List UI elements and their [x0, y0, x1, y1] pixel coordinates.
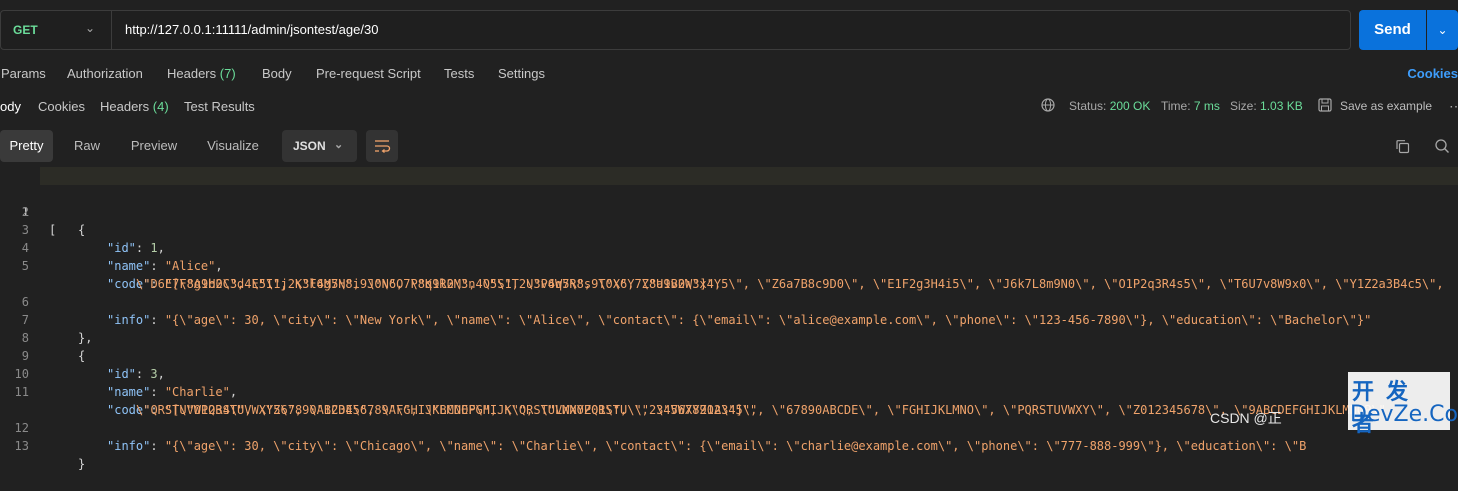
devze-watermark: 开发者 DevZe.CoM — [1348, 372, 1458, 437]
code-text: } — [78, 457, 86, 471]
json-key: "info" — [107, 313, 151, 327]
status-readout: Status: 200 OK — [1069, 99, 1150, 113]
wrap-lines-icon — [375, 140, 391, 153]
current-line-highlight — [40, 167, 1458, 185]
view-pretty[interactable]: Pretty — [0, 130, 53, 162]
watermark-brand-bottom: DevZe.CoM — [1350, 402, 1458, 427]
json-key: "name" — [107, 259, 151, 273]
code-line-wrap: \"QRSTUVW1234\", \"567890ABCDE\", \"FGHI… — [0, 383, 757, 417]
method-select[interactable]: GET ⌄ — [1, 11, 112, 49]
tab-response-body[interactable]: ody — [0, 99, 21, 114]
tab-prerequest-script[interactable]: Pre-request Script — [316, 66, 421, 81]
time-value: 7 ms — [1193, 99, 1220, 113]
send-button[interactable]: Send — [1359, 10, 1426, 50]
more-options-icon[interactable]: ⋯ — [1449, 98, 1458, 115]
code-line: 4 "name": "Alice", — [0, 221, 223, 273]
code-line-wrap: \"D6E7F8g9H0\", \"I1j2K3l4M5\", \"N6O7P8… — [0, 257, 721, 291]
wrap-lines-button[interactable] — [366, 130, 398, 162]
tab-response-headers-label: Headers — [100, 99, 150, 114]
tab-headers[interactable]: Headers (7) — [167, 66, 236, 81]
json-value-continued: \"D6E7F8g9H0\", \"I1j2K3l4M5\", \"N6O7P8… — [136, 277, 722, 291]
json-value-continued: \"QRSTUVW1234\", \"567890ABCDE\", \"FGHI… — [136, 403, 758, 417]
view-preview[interactable]: Preview — [121, 130, 187, 162]
json-value: "Alice" — [164, 259, 216, 273]
tab-test-results[interactable]: Test Results — [184, 99, 255, 114]
view-visualize[interactable]: Visualize — [197, 130, 269, 162]
code-line: 13 } — [0, 419, 86, 471]
time-label: Time: — [1161, 99, 1191, 113]
url-input[interactable]: http://127.0.0.1:11111/admin/jsontest/ag… — [125, 22, 378, 37]
save-as-example-button[interactable]: Save as example — [1340, 99, 1432, 113]
method-label: GET — [13, 23, 38, 37]
response-headers-count: (4) — [152, 99, 169, 114]
tab-params[interactable]: Params — [1, 66, 46, 81]
format-label: JSON — [293, 139, 326, 153]
code-text: { — [78, 223, 86, 237]
code-line: 5 "code": "[\"A1b2C3d4E5\", \"F6g7H8i9J0… — [0, 239, 1444, 291]
code-line: 3 "id": 1, — [0, 203, 165, 255]
view-raw[interactable]: Raw — [61, 130, 113, 162]
tab-response-cookies[interactable]: Cookies — [38, 99, 85, 114]
tab-authorization[interactable]: Authorization — [67, 66, 143, 81]
globe-icon[interactable] — [1041, 98, 1055, 112]
json-key: "id" — [107, 241, 136, 255]
size-value: 1.03 KB — [1260, 99, 1303, 113]
url-bar: GET ⌄ http://127.0.0.1:11111/admin/jsont… — [0, 10, 1351, 50]
chevron-down-icon: ⌄ — [334, 139, 344, 151]
save-icon[interactable] — [1318, 98, 1332, 112]
copy-icon[interactable] — [1395, 139, 1410, 154]
time-readout: Time: 7 ms — [1161, 99, 1220, 113]
status-value: 200 OK — [1109, 99, 1151, 113]
csdn-watermark: CSDN @正 — [1210, 410, 1282, 426]
code-text: }, — [78, 331, 93, 345]
json-value: "{\"age\": 30, \"city\": \"New York\", \… — [164, 313, 1372, 327]
json-key: "id" — [107, 367, 136, 381]
format-select[interactable]: JSON ⌄ — [282, 130, 357, 162]
json-value: "{\"age\": 30, \"city\": \"Chicago\", \"… — [164, 439, 1307, 453]
code-line: 6 "info": "{\"age\": 30, \"city\": \"New… — [0, 275, 1372, 327]
code-line: 10 "name": "Charlie", — [0, 347, 238, 399]
code-line: 7 }, — [0, 293, 93, 345]
code-line: 9 "id": 3, — [0, 329, 165, 381]
code-text: [ — [49, 223, 57, 237]
response-body-editor[interactable]: 1 [ 2 { 3 "id": 1, 4 "name": "Alice", 5 … — [0, 167, 1458, 471]
tab-settings[interactable]: Settings — [498, 66, 545, 81]
code-line: 12 "info": "{\"age\": 30, \"city\": \"Ch… — [0, 401, 1307, 453]
tab-response-headers[interactable]: Headers (4) — [100, 99, 169, 114]
send-options-chevron-icon[interactable]: ⌄ — [1427, 10, 1458, 50]
size-label: Size: — [1230, 99, 1257, 113]
json-key: "name" — [107, 385, 151, 399]
tab-tests[interactable]: Tests — [444, 66, 474, 81]
chevron-down-icon: ⌄ — [85, 21, 96, 35]
code-line: 8 { — [0, 311, 85, 363]
headers-count: (7) — [219, 66, 236, 81]
json-value: 3 — [150, 367, 158, 381]
code-line: 2 { — [0, 185, 85, 237]
json-key: "info" — [107, 439, 151, 453]
size-readout: Size: 1.03 KB — [1230, 99, 1303, 113]
tab-body[interactable]: Body — [262, 66, 292, 81]
cookies-link[interactable]: Cookies — [1407, 66, 1458, 81]
code-line: 11 "code": "[\"OPQRSTUVWXYZ\", \"1234567… — [0, 365, 1393, 417]
json-value: "Charlie" — [164, 385, 230, 399]
code-text: { — [78, 349, 86, 363]
status-label: Status: — [1069, 99, 1107, 113]
line-number: 13 — [14, 439, 29, 453]
json-value: 1 — [150, 241, 158, 255]
search-icon[interactable] — [1434, 138, 1450, 154]
tab-headers-label: Headers — [167, 66, 217, 81]
code-line: 1 [ — [0, 167, 1458, 237]
